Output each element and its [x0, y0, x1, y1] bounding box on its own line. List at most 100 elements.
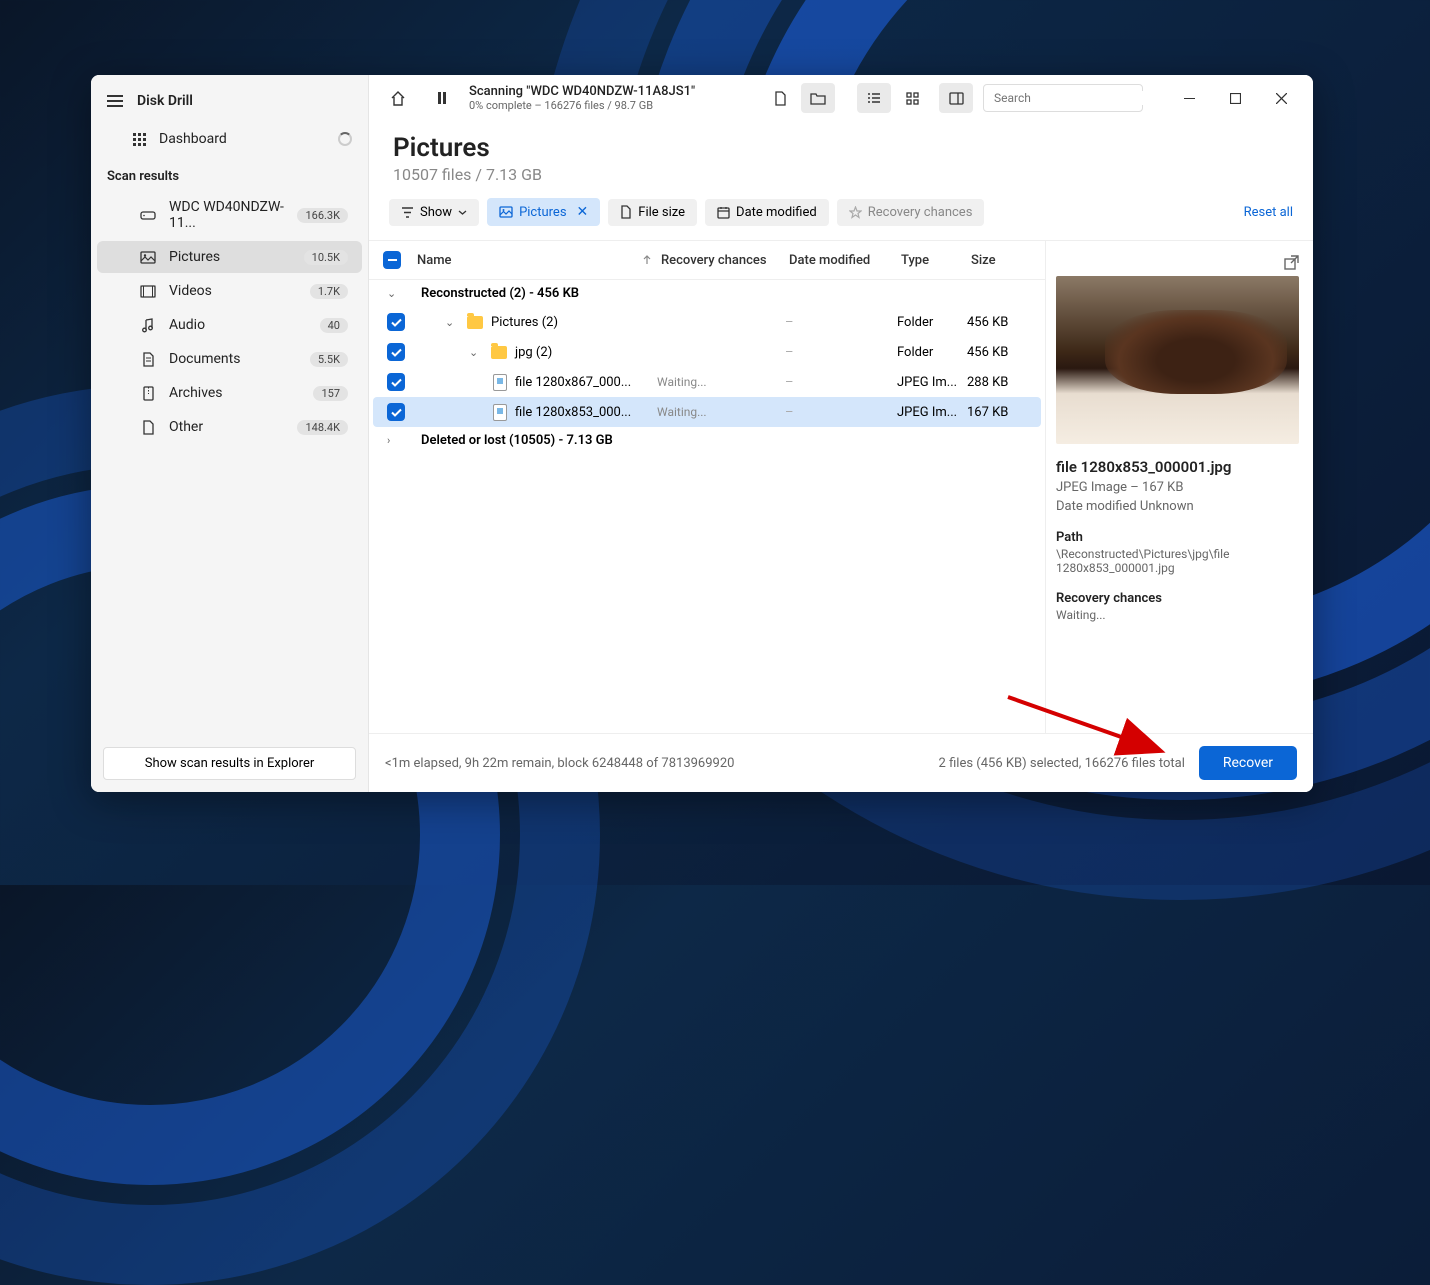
- dashboard-link[interactable]: Dashboard: [91, 121, 368, 157]
- expand-icon[interactable]: ›: [387, 434, 390, 447]
- grid-view-button[interactable]: [895, 83, 929, 113]
- filter-bar: Show Pictures ✕ File size Date modified …: [369, 184, 1313, 241]
- sidebar-item-badge: 148.4K: [297, 420, 348, 435]
- row-date: –: [785, 405, 897, 420]
- table-header: Name Recovery chances Date modified Type…: [369, 241, 1045, 280]
- sidebar-item-audio[interactable]: Audio 40: [97, 309, 362, 341]
- audio-icon: [139, 318, 157, 333]
- pause-button[interactable]: [425, 83, 459, 113]
- file-icon: [139, 420, 157, 435]
- row-date: –: [785, 375, 897, 390]
- preview-type-size: JPEG Image – 167 KB: [1056, 480, 1299, 495]
- dashboard-icon: [133, 133, 146, 146]
- recovery-chances-label: Recovery chances: [868, 205, 973, 220]
- filter-icon: [401, 207, 414, 218]
- table-row[interactable]: file 1280x853_000... Waiting... – JPEG I…: [373, 397, 1041, 427]
- select-all-checkbox[interactable]: [383, 251, 401, 269]
- col-date[interactable]: Date modified: [789, 253, 901, 268]
- table-row[interactable]: ⌄Pictures (2) – Folder 456 KB: [373, 307, 1041, 337]
- show-label: Show: [420, 205, 452, 220]
- group-row-reconstructed[interactable]: ⌄ Reconstructed (2) - 456 KB: [373, 280, 1041, 307]
- row-checkbox[interactable]: [387, 403, 405, 421]
- col-type[interactable]: Type: [901, 253, 971, 268]
- group-row-deleted[interactable]: › Deleted or lost (10505) - 7.13 GB: [373, 427, 1041, 454]
- row-date: –: [785, 345, 897, 360]
- sidebar-item-archives[interactable]: Archives 157: [97, 377, 362, 409]
- sidebar-item-label: Videos: [169, 283, 298, 299]
- sidebar-item-label: Archives: [169, 385, 301, 401]
- show-filter[interactable]: Show: [389, 199, 479, 226]
- sidebar-item-documents[interactable]: Documents 5.5K: [97, 343, 362, 375]
- recovery-chances-filter[interactable]: Recovery chances: [837, 199, 985, 226]
- selection-summary: 2 files (456 KB) selected, 166276 files …: [939, 756, 1185, 771]
- preview-panel: file 1280x853_000001.jpg JPEG Image – 16…: [1045, 241, 1313, 733]
- sidebar-item-label: Pictures: [169, 249, 292, 265]
- search-box[interactable]: [983, 84, 1143, 112]
- recover-button[interactable]: Recover: [1199, 746, 1297, 780]
- row-checkbox[interactable]: [387, 343, 405, 361]
- sidebar-item-badge: 166.3K: [297, 208, 348, 223]
- row-name: Pictures (2): [491, 315, 558, 330]
- reset-all-link[interactable]: Reset all: [1244, 205, 1293, 220]
- group-label: Deleted or lost (10505) - 7.13 GB: [421, 433, 1027, 448]
- row-name: file 1280x867_000...: [515, 375, 631, 390]
- date-modified-label: Date modified: [736, 205, 817, 220]
- col-recovery[interactable]: Recovery chances: [661, 253, 789, 268]
- row-checkbox[interactable]: [387, 373, 405, 391]
- table-row[interactable]: file 1280x867_000... Waiting... – JPEG I…: [373, 367, 1041, 397]
- pictures-filter-chip[interactable]: Pictures ✕: [487, 198, 600, 226]
- calendar-icon: [717, 206, 730, 219]
- popout-icon[interactable]: [1284, 255, 1299, 270]
- recovery-value: Waiting...: [1056, 608, 1299, 622]
- col-size[interactable]: Size: [971, 253, 1031, 268]
- col-name[interactable]: Name: [417, 253, 452, 268]
- minimize-button[interactable]: [1169, 84, 1209, 112]
- file-size-filter[interactable]: File size: [608, 199, 697, 226]
- file-view-button[interactable]: [763, 83, 797, 113]
- sidebar-item-badge: 157: [313, 386, 348, 401]
- document-icon: [139, 352, 157, 367]
- sidebar-item-disk[interactable]: WDC WD40NDZW-11... 166.3K: [97, 191, 362, 239]
- main-panel: Scanning "WDC WD40NDZW-11A8JS1" 0% compl…: [369, 75, 1313, 792]
- expand-icon[interactable]: ⌄: [445, 316, 459, 329]
- remove-filter-icon[interactable]: ✕: [577, 204, 589, 220]
- show-in-explorer-button[interactable]: Show scan results in Explorer: [103, 747, 356, 780]
- row-name: jpg (2): [515, 345, 552, 360]
- sidebar-item-other[interactable]: Other 148.4K: [97, 411, 362, 443]
- expand-icon[interactable]: ⌄: [387, 287, 396, 300]
- row-name: file 1280x853_000...: [515, 405, 631, 420]
- close-button[interactable]: [1261, 84, 1301, 112]
- sidebar-item-label: Documents: [169, 351, 298, 367]
- maximize-button[interactable]: [1215, 84, 1255, 112]
- sidebar-item-videos[interactable]: Videos 1.7K: [97, 275, 362, 307]
- hamburger-icon[interactable]: [107, 95, 123, 107]
- footer-bar: <1m elapsed, 9h 22m remain, block 624844…: [369, 733, 1313, 792]
- folder-view-button[interactable]: [801, 83, 835, 113]
- page-subtitle: 10507 files / 7.13 GB: [393, 165, 1289, 184]
- row-date: –: [785, 315, 897, 330]
- sort-up-icon[interactable]: [643, 255, 651, 265]
- table-row[interactable]: ⌄jpg (2) – Folder 456 KB: [373, 337, 1041, 367]
- spinner-icon: [338, 132, 352, 146]
- sidebar-item-label: WDC WD40NDZW-11...: [169, 199, 285, 231]
- sidebar-item-badge: 1.7K: [310, 284, 348, 299]
- row-type: Folder: [897, 345, 967, 360]
- content-header: Pictures 10507 files / 7.13 GB: [369, 121, 1313, 184]
- date-modified-filter[interactable]: Date modified: [705, 199, 829, 226]
- app-title: Disk Drill: [137, 93, 193, 109]
- sidebar-item-pictures[interactable]: Pictures 10.5K: [97, 241, 362, 273]
- expand-icon[interactable]: ⌄: [469, 346, 483, 359]
- recovery-label: Recovery chances: [1056, 591, 1299, 606]
- row-recovery: Waiting...: [657, 405, 785, 419]
- search-input[interactable]: [994, 91, 1150, 105]
- sidebar-item-label: Other: [169, 419, 285, 435]
- scan-status: Scanning "WDC WD40NDZW-11A8JS1" 0% compl…: [469, 84, 695, 112]
- home-button[interactable]: [381, 83, 415, 113]
- preview-toggle-button[interactable]: [939, 83, 973, 113]
- chevron-down-icon: [458, 210, 467, 215]
- preview-filename: file 1280x853_000001.jpg: [1056, 458, 1299, 476]
- file-size-label: File size: [638, 205, 685, 220]
- list-view-button[interactable]: [857, 83, 891, 113]
- folder-icon: [491, 346, 507, 359]
- row-checkbox[interactable]: [387, 313, 405, 331]
